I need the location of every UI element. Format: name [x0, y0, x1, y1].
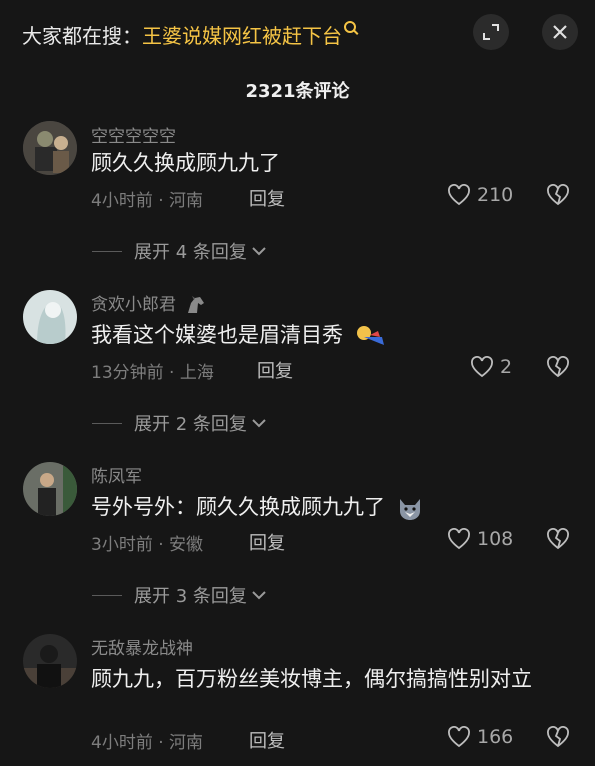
- reply-button[interactable]: 回复: [249, 185, 285, 211]
- heart-icon: [448, 726, 470, 748]
- horse-emoji-icon: [188, 296, 205, 313]
- close-button[interactable]: [542, 14, 578, 50]
- search-prefix: 大家都在搜：: [22, 24, 142, 48]
- username[interactable]: 贪欢小郎君: [91, 290, 207, 315]
- divider: [92, 422, 122, 424]
- comment-location: 上海: [179, 363, 214, 383]
- like-count: 2: [500, 356, 513, 378]
- comment-text: 顾久久换成顾九九了: [91, 151, 280, 175]
- like-count: 166: [477, 726, 514, 748]
- fullscreen-icon: [483, 24, 499, 40]
- heart-icon: [448, 528, 470, 550]
- like-button[interactable]: 2: [470, 356, 512, 378]
- username-text: 贪欢小郎君: [91, 295, 176, 315]
- comment-time: 3小时前: [91, 535, 153, 555]
- comment-time: 4小时前: [91, 733, 153, 753]
- chevron-down-icon: [252, 247, 266, 256]
- fullscreen-button[interactable]: [473, 14, 509, 50]
- like-count: 108: [477, 528, 514, 550]
- heart-icon: [471, 356, 493, 378]
- comment-meta: 4小时前 · 河南: [91, 733, 204, 753]
- comment-count-title: 2321条评论: [245, 81, 350, 102]
- search-icon: [344, 21, 356, 33]
- like-button[interactable]: 210: [447, 184, 513, 206]
- comment-text: 我看这个媒婆也是眉清目秀: [91, 320, 561, 350]
- avatar[interactable]: [23, 634, 77, 688]
- broken-heart-icon: [547, 528, 569, 550]
- dislike-button[interactable]: [546, 726, 570, 752]
- comment-time: 4小时前: [91, 191, 153, 211]
- comment-time: 13分钟前: [91, 363, 164, 383]
- dislike-button[interactable]: [546, 356, 570, 382]
- avatar[interactable]: [23, 462, 77, 516]
- chevron-down-icon: [252, 591, 266, 600]
- username[interactable]: 陈凤军: [91, 462, 142, 487]
- divider: [92, 594, 122, 596]
- expand-replies[interactable]: 展开 3 条回复: [92, 582, 267, 608]
- broken-heart-icon: [547, 356, 569, 378]
- expand-label: 展开 3 条回复: [134, 586, 247, 607]
- like-button[interactable]: 108: [447, 528, 513, 550]
- broken-heart-icon: [547, 184, 569, 206]
- username[interactable]: 无敌暴龙战神: [91, 634, 193, 659]
- search-query[interactable]: 王婆说媒网红被赶下台: [142, 24, 342, 48]
- reply-button[interactable]: 回复: [249, 529, 285, 555]
- expand-label: 展开 2 条回复: [134, 414, 247, 435]
- username[interactable]: 空空空空空: [91, 122, 176, 147]
- comment-meta: 3小时前 · 安徽: [91, 535, 204, 555]
- comment-location: 河南: [169, 733, 204, 753]
- comment-text-content: 我看这个媒婆也是眉清目秀: [91, 323, 343, 347]
- comment-text: 顾九九，百万粉丝美妆博主，偶尔搞搞性别对立: [91, 667, 532, 691]
- close-icon: [553, 25, 567, 39]
- expand-replies[interactable]: 展开 4 条回复: [92, 238, 267, 264]
- divider: [92, 250, 122, 252]
- dislike-button[interactable]: [546, 184, 570, 210]
- comment-location: 安徽: [169, 535, 204, 555]
- avatar[interactable]: [23, 121, 77, 175]
- top-bar: 大家都在搜：王婆说媒网红被赶下台: [0, 0, 595, 66]
- dislike-button[interactable]: [546, 528, 570, 554]
- like-count: 210: [477, 184, 514, 206]
- like-button[interactable]: 166: [447, 726, 513, 748]
- comment-text: 号外号外：顾久久换成顾九九了: [91, 492, 561, 522]
- comment-location: 河南: [169, 191, 204, 211]
- wolf-emoji-icon: [399, 499, 420, 520]
- avatar[interactable]: [23, 290, 77, 344]
- chevron-down-icon: [252, 419, 266, 428]
- heart-icon: [448, 184, 470, 206]
- comment-meta: 13分钟前 · 上海: [91, 363, 214, 383]
- emoji-icon: [356, 326, 384, 345]
- reply-button[interactable]: 回复: [257, 357, 293, 383]
- expand-label: 展开 4 条回复: [134, 242, 247, 263]
- comment-text-content: 号外号外：顾久久换成顾九九了: [91, 495, 385, 519]
- broken-heart-icon: [547, 726, 569, 748]
- trending-search[interactable]: 大家都在搜：王婆说媒网红被赶下台: [22, 20, 356, 49]
- reply-button[interactable]: 回复: [249, 727, 285, 753]
- comment-meta: 4小时前 · 河南: [91, 191, 204, 211]
- expand-replies[interactable]: 展开 2 条回复: [92, 410, 267, 436]
